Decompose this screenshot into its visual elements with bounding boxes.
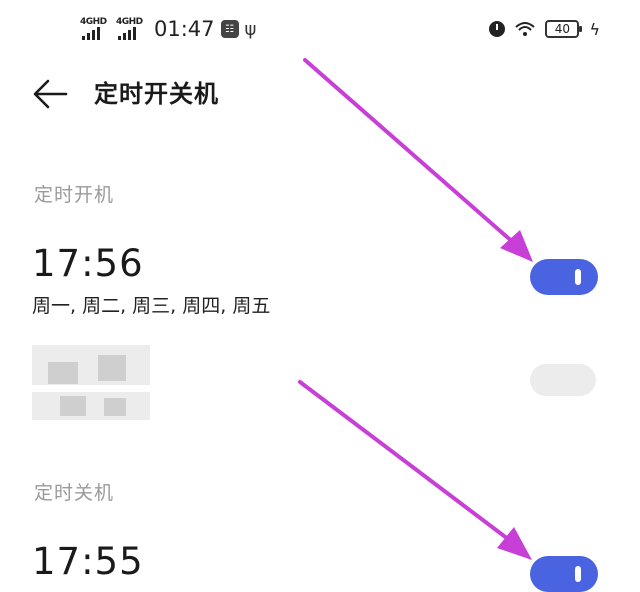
- power-off-time[interactable]: 17:55: [32, 540, 144, 584]
- cellular-signal-icon: 4GHD: [80, 17, 110, 41]
- power-off-toggle[interactable]: [530, 556, 598, 592]
- redacted-block: [98, 355, 126, 381]
- power-off-section-label: 定时关机: [34, 482, 115, 504]
- status-bar-right: 40 ϟ: [489, 16, 600, 42]
- annotation-arrow: [298, 380, 532, 560]
- page-title: 定时开关机: [94, 80, 219, 108]
- power-on-section-label: 定时开机: [34, 184, 115, 206]
- alarm-icon: [489, 21, 506, 37]
- redacted-toggle: [530, 364, 596, 396]
- page-header: 定时开关机: [0, 62, 640, 126]
- toggle-knob: [575, 269, 581, 285]
- cellular-signal-icon-2: 4GHD: [116, 17, 146, 41]
- redacted-block: [104, 398, 126, 416]
- redacted-block: [60, 396, 86, 416]
- back-arrow-icon[interactable]: [30, 76, 70, 112]
- wifi-icon: [515, 22, 536, 36]
- status-bar-left: 4GHD 4GHD 01:47 ☷ ψ: [80, 14, 256, 44]
- battery-icon: 40: [545, 20, 583, 38]
- redacted-block: [32, 392, 150, 420]
- power-on-time[interactable]: 17:56: [32, 242, 144, 286]
- status-time: 01:47: [154, 17, 215, 41]
- toggle-knob: [575, 566, 581, 582]
- power-on-toggle[interactable]: [530, 259, 598, 295]
- charging-icon: ϟ: [589, 19, 600, 39]
- power-on-repeat-days[interactable]: 周一, 周二, 周三, 周四, 周五: [32, 292, 270, 320]
- usb-icon: ψ: [244, 18, 257, 40]
- app-notification-icon: ☷: [220, 20, 239, 38]
- redacted-block: [48, 362, 78, 384]
- status-bar: 4GHD 4GHD 01:47 ☷ ψ 40 ϟ: [0, 0, 640, 58]
